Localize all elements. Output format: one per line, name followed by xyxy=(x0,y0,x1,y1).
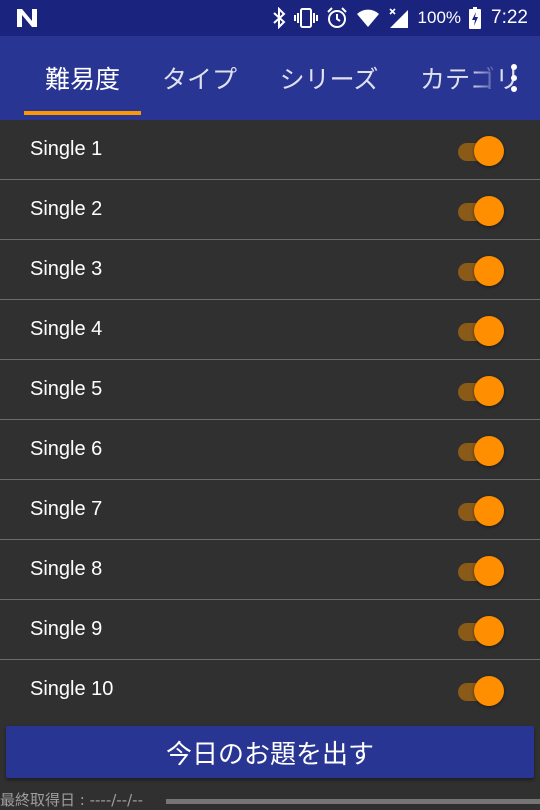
list-item-label: Single 4 xyxy=(30,318,103,340)
tab-series[interactable]: シリーズ xyxy=(262,36,396,120)
list-item[interactable]: Single 8 xyxy=(0,540,540,600)
tab-difficulty[interactable]: 難易度 xyxy=(24,36,141,120)
overflow-menu-icon[interactable] xyxy=(502,58,526,98)
toggle-switch[interactable] xyxy=(455,495,507,526)
toggle-switch[interactable] xyxy=(455,135,507,166)
tab-label: タイプ xyxy=(161,65,237,94)
toggle-thumb xyxy=(474,256,504,286)
clock: 7:22 xyxy=(491,7,528,28)
n-notification-icon xyxy=(14,6,40,30)
list-item[interactable]: Single 5 xyxy=(0,360,540,420)
list-item[interactable]: Single 2 xyxy=(0,180,540,240)
list-item-label: Single 6 xyxy=(30,438,103,460)
alarm-icon xyxy=(326,7,347,28)
toggle-switch[interactable] xyxy=(455,375,507,406)
list-item[interactable]: Single 10 xyxy=(0,660,540,719)
list-item[interactable]: Single 6 xyxy=(0,420,540,480)
tab-type[interactable]: タイプ xyxy=(141,36,258,120)
toggle-switch[interactable] xyxy=(455,315,507,346)
tab-bar: 難易度 タイプ シリーズ カテゴリ xyxy=(0,36,540,120)
toggle-switch[interactable] xyxy=(455,615,507,646)
status-icons: 100% 7:22 xyxy=(272,0,528,36)
toggle-switch[interactable] xyxy=(455,675,507,706)
toggle-switch[interactable] xyxy=(455,195,507,226)
toggle-thumb xyxy=(474,136,504,166)
list-item[interactable]: Single 1 xyxy=(0,120,540,180)
tab-indicator xyxy=(24,111,141,115)
cell-signal-icon xyxy=(388,8,408,28)
toggle-thumb xyxy=(474,616,504,646)
tab-scroll-fade xyxy=(470,36,500,120)
list-item-label: Single 1 xyxy=(30,138,103,160)
toggle-thumb xyxy=(474,496,504,526)
battery-percent: 100% xyxy=(417,8,462,27)
list-item-label: Single 9 xyxy=(30,618,103,640)
toggle-thumb xyxy=(474,676,504,706)
list-item-label: Single 8 xyxy=(30,558,103,580)
list-item-label: Single 7 xyxy=(30,498,103,520)
toggle-switch[interactable] xyxy=(455,255,507,286)
list-item[interactable]: Single 7 xyxy=(0,480,540,540)
toggle-thumb xyxy=(474,376,504,406)
list-item[interactable]: Single 3 xyxy=(0,240,540,300)
list-item-label: Single 5 xyxy=(30,378,103,400)
bluetooth-icon xyxy=(272,7,285,29)
wifi-icon xyxy=(356,9,379,27)
list-item-label: Single 3 xyxy=(30,258,103,280)
fetch-progress-bar xyxy=(166,799,540,804)
list-item[interactable]: Single 4 xyxy=(0,300,540,360)
status-bar: 100% 7:22 xyxy=(0,0,540,36)
toggle-switch[interactable] xyxy=(455,555,507,586)
list-item[interactable]: Single 9 xyxy=(0,600,540,660)
toggle-thumb xyxy=(474,436,504,466)
last-fetched-date: 最終取得日 : ----/--/-- xyxy=(0,791,143,809)
footer: 最終取得日 : ----/--/-- xyxy=(0,790,540,810)
difficulty-list: Single 1 Single 2 Single 3 Single 4 Single 5… xyxy=(0,120,540,719)
battery-charging-icon xyxy=(469,7,482,29)
vibrate-icon xyxy=(293,8,318,28)
app-screen: 100% 7:22 難易度 タイプ シリーズ カテゴリ Single 1Si xyxy=(0,0,540,810)
list-item-label: Single 2 xyxy=(30,198,103,220)
toggle-switch[interactable] xyxy=(455,435,507,466)
toggle-thumb xyxy=(474,196,504,226)
toggle-thumb xyxy=(474,556,504,586)
tab-label: 難易度 xyxy=(44,65,120,94)
list-item-label: Single 10 xyxy=(30,678,114,700)
tab-label: シリーズ xyxy=(279,65,379,94)
get-today-challenge-button[interactable]: 今日のお題を出す xyxy=(6,726,534,778)
toggle-thumb xyxy=(474,316,504,346)
